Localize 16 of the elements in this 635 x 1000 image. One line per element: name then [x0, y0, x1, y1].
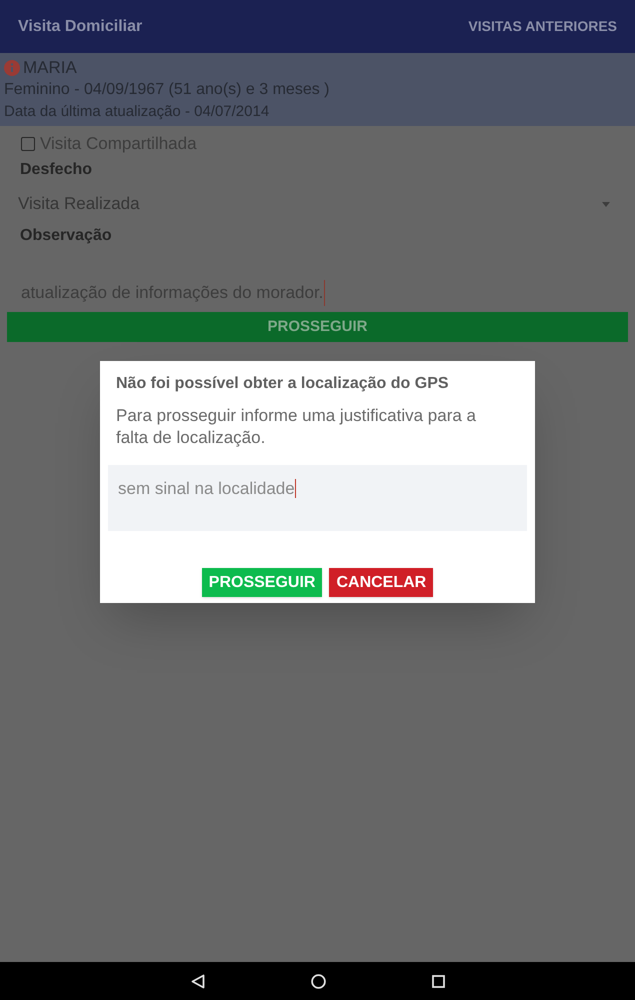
app-title: Visita Domiciliar [18, 16, 142, 36]
dropdown-caret-icon [602, 202, 610, 206]
previous-visits-button[interactable]: VISITAS ANTERIORES [468, 16, 617, 37]
dialog-message: Para prosseguir informe uma justificativa para a falta de localização. [116, 405, 477, 449]
justification-field[interactable]: sem sinal na localidade [108, 465, 527, 531]
cancel-button[interactable]: CANCELAR [329, 568, 434, 597]
observation-label: Observação [20, 226, 113, 246]
shared-visit-checkbox[interactable] [21, 137, 35, 151]
outcome-label: Desfecho [20, 160, 94, 180]
proceed-button[interactable]: PROSSEGUIR [7, 312, 628, 342]
confirm-button[interactable]: PROSSEGUIR [202, 568, 322, 597]
dialog-title: Não foi possível obter a localização do GPS [116, 374, 450, 394]
home-icon[interactable] [310, 974, 326, 988]
back-icon[interactable] [190, 974, 204, 988]
info-icon [4, 60, 20, 76]
recent-apps-icon[interactable] [432, 974, 444, 988]
